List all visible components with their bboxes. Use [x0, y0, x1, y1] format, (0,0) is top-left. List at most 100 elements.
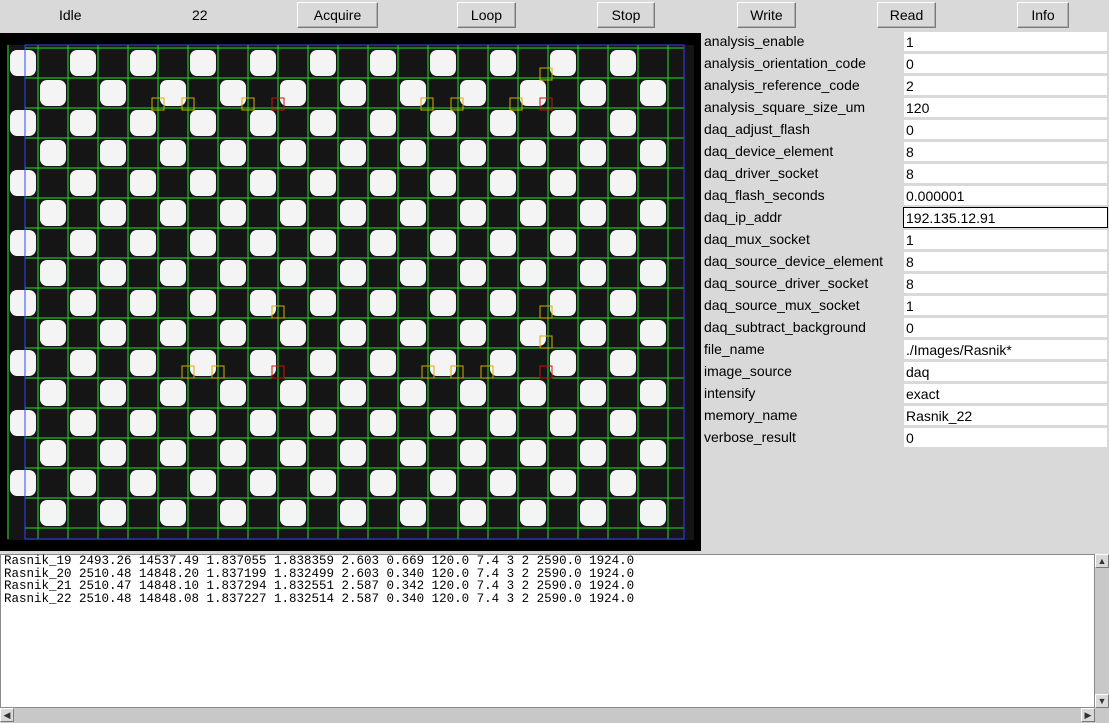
- daq-ip-addr-field[interactable]: [903, 207, 1108, 228]
- white-square: [220, 380, 246, 406]
- white-square: [40, 260, 66, 286]
- white-square: [370, 230, 396, 256]
- stop-button[interactable]: Stop: [597, 2, 655, 28]
- white-square: [640, 200, 666, 226]
- config-label: daq_source_driver_socket: [704, 275, 869, 291]
- daq-driver-socket-field[interactable]: [903, 163, 1108, 184]
- analysis-square-size-um-field[interactable]: [903, 97, 1108, 118]
- white-square: [280, 260, 306, 286]
- white-square: [280, 500, 306, 526]
- white-square: [580, 440, 606, 466]
- white-square: [520, 200, 546, 226]
- white-square: [550, 350, 576, 376]
- white-square: [190, 290, 216, 316]
- white-square: [580, 380, 606, 406]
- daq-flash-seconds-field[interactable]: [903, 185, 1108, 206]
- white-square: [370, 170, 396, 196]
- white-square: [400, 80, 426, 106]
- config-label: daq_flash_seconds: [704, 187, 825, 203]
- horizontal-scrollbar[interactable]: ◀ ▶: [0, 708, 1109, 723]
- read-button[interactable]: Read: [877, 2, 936, 28]
- white-square: [610, 350, 636, 376]
- white-square: [610, 50, 636, 76]
- daq-adjust-flash-field[interactable]: [903, 119, 1108, 140]
- white-square: [400, 320, 426, 346]
- white-square: [190, 170, 216, 196]
- white-square: [100, 320, 126, 346]
- white-square: [490, 410, 516, 436]
- status-label: Idle: [59, 7, 82, 23]
- arrow-left-icon[interactable]: ◀: [0, 708, 14, 722]
- white-square: [400, 500, 426, 526]
- white-square: [10, 350, 36, 376]
- analysis-enable-field[interactable]: [903, 31, 1108, 52]
- image-source-field[interactable]: [903, 361, 1108, 382]
- white-square: [40, 440, 66, 466]
- white-square: [430, 410, 456, 436]
- white-square: [640, 320, 666, 346]
- arrow-right-icon[interactable]: ▶: [1081, 708, 1095, 722]
- white-square: [370, 350, 396, 376]
- white-square: [340, 80, 366, 106]
- white-square: [610, 470, 636, 496]
- white-square: [400, 200, 426, 226]
- config-label: daq_adjust_flash: [704, 121, 810, 137]
- white-square: [280, 200, 306, 226]
- info-button[interactable]: Info: [1017, 2, 1069, 28]
- white-square: [10, 470, 36, 496]
- white-square: [580, 500, 606, 526]
- daq-subtract-background-field[interactable]: [903, 317, 1108, 338]
- intensify-field[interactable]: [903, 383, 1108, 404]
- white-square: [100, 260, 126, 286]
- white-square: [370, 470, 396, 496]
- toolbar: Idle 22 Acquire Loop Stop Write Read Inf…: [0, 0, 1109, 32]
- white-square: [70, 410, 96, 436]
- config-label: daq_device_element: [704, 143, 834, 159]
- write-button[interactable]: Write: [737, 2, 796, 28]
- white-square: [580, 80, 606, 106]
- white-square: [310, 410, 336, 436]
- white-square: [130, 50, 156, 76]
- rasnik-image-canvas: [7, 44, 694, 540]
- white-square: [610, 230, 636, 256]
- white-square: [310, 110, 336, 136]
- daq-mux-socket-field[interactable]: [903, 229, 1108, 250]
- white-square: [280, 140, 306, 166]
- memory-name-field[interactable]: [903, 405, 1108, 426]
- arrow-down-icon[interactable]: ▼: [1095, 694, 1109, 708]
- loop-button[interactable]: Loop: [457, 2, 516, 28]
- white-square: [610, 110, 636, 136]
- white-square: [550, 50, 576, 76]
- verbose-result-field[interactable]: [903, 427, 1108, 448]
- file-name-field[interactable]: [903, 339, 1108, 360]
- white-square: [640, 440, 666, 466]
- white-square: [190, 410, 216, 436]
- daq-source-driver-socket-field[interactable]: [903, 273, 1108, 294]
- analysis-reference-code-field[interactable]: [903, 75, 1108, 96]
- vertical-scrollbar[interactable]: ▲ ▼: [1095, 554, 1109, 708]
- white-square: [160, 200, 186, 226]
- config-label: verbose_result: [704, 429, 796, 445]
- white-square: [580, 260, 606, 286]
- daq-source-device-element-field[interactable]: [903, 251, 1108, 272]
- daq-device-element-field[interactable]: [903, 141, 1108, 162]
- daq-source-mux-socket-field[interactable]: [903, 295, 1108, 316]
- white-square: [100, 500, 126, 526]
- results-text-area[interactable]: Rasnik_19 2493.26 14537.49 1.837055 1.83…: [0, 554, 1095, 708]
- white-square: [190, 470, 216, 496]
- analysis-orientation-code-field[interactable]: [903, 53, 1108, 74]
- white-square: [580, 200, 606, 226]
- white-square: [430, 230, 456, 256]
- white-square: [460, 440, 486, 466]
- white-square: [130, 170, 156, 196]
- config-row-daq-ip-addr: daq_ip_addr: [704, 207, 1109, 229]
- white-square: [520, 140, 546, 166]
- rasnik-image-view[interactable]: [0, 33, 701, 551]
- arrow-up-icon[interactable]: ▲: [1095, 554, 1109, 568]
- white-square: [70, 230, 96, 256]
- acquire-button[interactable]: Acquire: [297, 2, 378, 28]
- white-square: [40, 380, 66, 406]
- white-square: [340, 320, 366, 346]
- white-square: [460, 260, 486, 286]
- white-square: [490, 170, 516, 196]
